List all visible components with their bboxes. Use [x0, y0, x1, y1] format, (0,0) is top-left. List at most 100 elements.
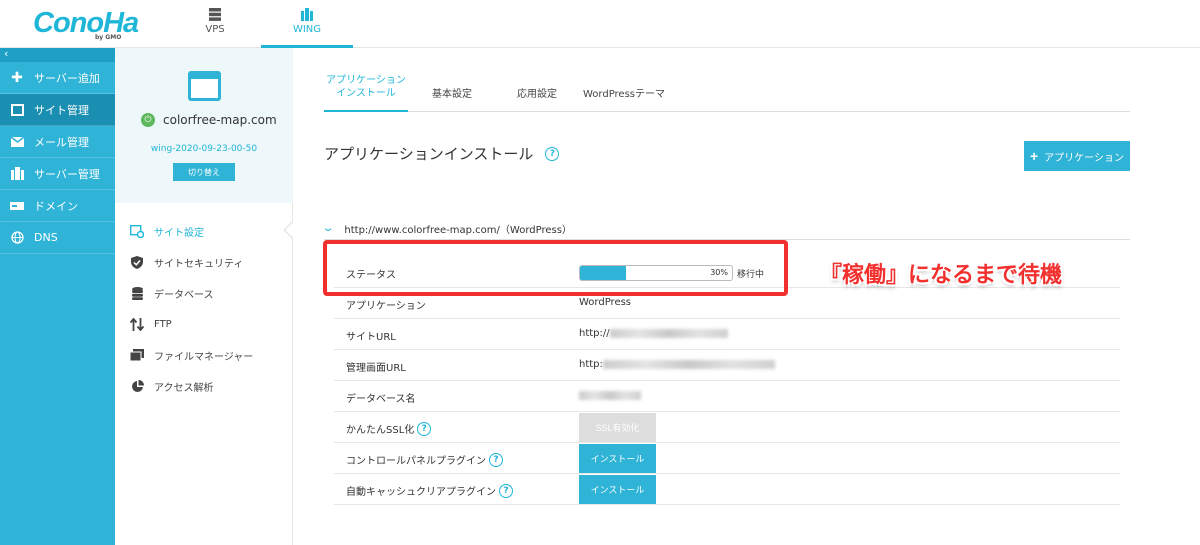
- blurred-text: [602, 359, 775, 369]
- help-icon[interactable]: ?: [499, 483, 513, 498]
- sidebar-item-domain[interactable]: ドメイン: [0, 190, 115, 222]
- help-icon[interactable]: ?: [489, 452, 503, 467]
- table-row-ssl: かんたんSSL化? SSL有効化: [334, 412, 1120, 443]
- window-icon: [10, 103, 24, 117]
- annotation-text: 『稼働』になるまで待機: [820, 263, 1063, 288]
- table-row-admin-url: 管理画面URL http:: [334, 350, 1120, 381]
- server-icon: [209, 8, 221, 21]
- nav-tab-wing[interactable]: WING: [261, 0, 353, 48]
- site-menu-label: アクセス解析: [154, 382, 214, 394]
- conoha-logo[interactable]: ConoHa by GMO: [33, 7, 139, 41]
- plus-icon: +: [1030, 148, 1039, 164]
- sidebar-item-label: DNS: [34, 231, 58, 244]
- chevron-down-icon: ⌄: [321, 223, 335, 234]
- app-site-header[interactable]: ⌄ http://www.colorfree-map.com/（WordPres…: [321, 218, 1130, 240]
- nav-tab-vps[interactable]: VPS: [169, 0, 261, 48]
- site-menu-database[interactable]: データベース: [130, 283, 214, 303]
- admin-url-prefix: http:: [579, 359, 603, 370]
- tab-basic-settings[interactable]: 基本設定: [424, 72, 480, 112]
- cp-plugin-label-text: コントロールパネルプラグイン: [346, 456, 486, 467]
- site-url-value[interactable]: http://: [579, 328, 728, 339]
- logo-text: ConoHa: [33, 7, 139, 39]
- cache-plugin-label: 自動キャッシュクリアプラグイン?: [346, 483, 513, 498]
- table-row-database-name: データベース名: [334, 381, 1120, 412]
- main-content: アプリケーション インストール 基本設定 応用設定 WordPressテーマ ア…: [294, 48, 1200, 545]
- domain-icon: [10, 199, 24, 213]
- ssl-label: かんたんSSL化?: [346, 421, 432, 436]
- site-menu-label: サイト設定: [154, 227, 204, 239]
- site-menu-label: サイトセキュリティ: [154, 258, 244, 270]
- site-menu-access-analytics[interactable]: アクセス解析: [130, 376, 214, 396]
- help-icon[interactable]: ?: [545, 146, 560, 161]
- sidebar-item-site-management[interactable]: サイト管理: [0, 94, 115, 126]
- site-domain: ⏻ colorfree-map.com: [141, 111, 277, 129]
- globe-icon: [10, 231, 24, 245]
- sidebar-item-label: ドメイン: [34, 199, 78, 213]
- tab-label: WordPressテーマ: [582, 89, 666, 100]
- site-url-prefix: http://: [579, 328, 610, 339]
- site-window-icon: [188, 71, 221, 101]
- enable-ssl-button: SSL有効化: [579, 413, 656, 442]
- settings-tabs: アプリケーション インストール 基本設定 応用設定 WordPressテーマ: [324, 72, 1130, 112]
- sidebar-collapse-button[interactable]: ‹: [0, 48, 115, 62]
- ssl-label-text: かんたんSSL化: [346, 425, 415, 436]
- site-card: ⏻ colorfree-map.com wing-2020-09-23-00-5…: [115, 48, 293, 203]
- database-name-label: データベース名: [346, 394, 416, 405]
- add-application-label: アプリケーション: [1044, 152, 1124, 164]
- tab-application-install[interactable]: アプリケーション インストール: [324, 72, 408, 112]
- application-label: アプリケーション: [346, 301, 426, 312]
- site-account-id: wing-2020-09-23-00-50: [150, 144, 258, 154]
- sidebar-item-add-server[interactable]: ✚ サーバー追加: [0, 62, 115, 94]
- app-site-url: http://www.colorfree-map.com/（WordPress）: [344, 225, 572, 236]
- site-menu-file-manager[interactable]: ファイルマネージャー: [130, 345, 253, 365]
- site-domain-text: colorfree-map.com: [163, 113, 277, 127]
- shield-icon: [130, 255, 144, 269]
- sidebar-item-label: サーバー追加: [34, 71, 100, 85]
- site-panel: ⏻ colorfree-map.com wing-2020-09-23-00-5…: [115, 48, 301, 545]
- sidebar-item-label: サイト管理: [34, 103, 89, 117]
- blurred-text: [609, 328, 728, 338]
- blurred-text: [579, 390, 641, 400]
- install-cache-plugin-button[interactable]: インストール: [579, 475, 656, 504]
- admin-url-value[interactable]: http:: [579, 359, 775, 370]
- tab-advanced-settings[interactable]: 応用設定: [509, 72, 565, 112]
- site-menu-ftp[interactable]: FTP: [130, 314, 172, 334]
- cp-plugin-label: コントロールパネルプラグイン?: [346, 452, 503, 467]
- files-icon: [130, 348, 144, 362]
- mail-icon: [10, 135, 24, 149]
- install-cp-plugin-button[interactable]: インストール: [579, 444, 656, 473]
- sidebar-item-label: メール管理: [34, 135, 89, 149]
- nav-tab-vps-label: VPS: [205, 24, 225, 35]
- database-name-value: [579, 390, 641, 401]
- database-icon: [130, 286, 144, 300]
- tab-label-line2: インストール: [336, 88, 396, 99]
- site-settings-icon: [130, 224, 144, 238]
- help-icon[interactable]: ?: [417, 421, 432, 436]
- site-menu-label: ファイルマネージャー: [154, 351, 254, 363]
- table-row-cache-plugin: 自動キャッシュクリアプラグイン? インストール: [334, 474, 1120, 505]
- admin-url-label: 管理画面URL: [346, 363, 406, 374]
- power-icon: ⏻: [141, 113, 155, 127]
- tab-wordpress-theme[interactable]: WordPressテーマ: [582, 72, 666, 112]
- site-menu-site-security[interactable]: サイトセキュリティ: [130, 252, 243, 272]
- switch-site-button[interactable]: 切り替え: [173, 163, 235, 181]
- sidebar-item-dns[interactable]: DNS: [0, 222, 115, 254]
- cache-plugin-label-text: 自動キャッシュクリアプラグイン: [346, 487, 496, 498]
- site-menu-label: データベース: [154, 289, 214, 301]
- main-sidebar: ‹ ✚ サーバー追加 サイト管理 メール管理 サーバー管理 ドメイン DNS: [0, 48, 115, 545]
- transfer-arrows-icon: [130, 317, 144, 331]
- sidebar-item-server-management[interactable]: サーバー管理: [0, 158, 115, 190]
- building-icon: [10, 167, 24, 181]
- wing-icon: [301, 8, 313, 21]
- highlight-box: [323, 240, 788, 296]
- application-value: WordPress: [579, 297, 632, 308]
- pie-chart-icon: [130, 379, 144, 393]
- table-row-control-panel-plugin: コントロールパネルプラグイン? インストール: [334, 443, 1120, 474]
- site-menu-site-settings[interactable]: サイト設定: [130, 221, 204, 241]
- site-menu-label: FTP: [154, 318, 172, 330]
- page-title: アプリケーションインストール ?: [324, 143, 560, 164]
- table-row-site-url: サイトURL http://: [334, 319, 1120, 350]
- add-application-button[interactable]: + アプリケーション: [1024, 141, 1130, 171]
- sidebar-item-mail-management[interactable]: メール管理: [0, 126, 115, 158]
- tab-label: 応用設定: [517, 89, 557, 100]
